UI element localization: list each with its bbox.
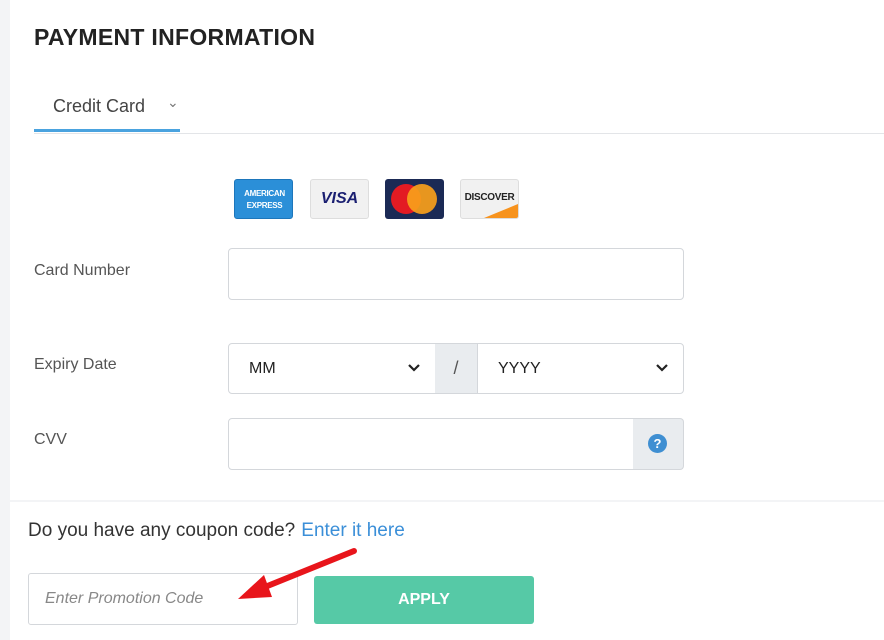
coupon-prompt: Do you have any coupon code? Enter it her… <box>28 520 405 542</box>
annotation-arrow-icon <box>238 548 357 599</box>
visa-text: VISA <box>320 190 359 207</box>
mastercard-orange-circle <box>407 184 437 214</box>
promotion-code-placeholder: Enter Promotion Code <box>45 590 204 607</box>
expiry-year-select[interactable]: YYYY <box>477 343 684 394</box>
cvv-input[interactable] <box>228 418 634 470</box>
expiry-month-value: MM <box>249 360 276 377</box>
discover-accent <box>484 204 518 218</box>
tab-divider <box>34 133 884 134</box>
expiry-date-label: Expiry Date <box>34 356 117 373</box>
question-icon: ? <box>648 434 667 453</box>
amex-line1: AMERICAN <box>244 189 285 198</box>
cvv-label: CVV <box>34 431 67 448</box>
mastercard-card-icon <box>385 179 444 219</box>
expiry-month-select[interactable]: MM <box>228 343 436 394</box>
amex-card-icon: AMERICAN EXPRESS <box>234 179 293 219</box>
enter-coupon-link[interactable]: Enter it here <box>301 520 405 541</box>
card-number-input[interactable] <box>228 248 684 300</box>
page-title: PAYMENT INFORMATION <box>34 24 316 50</box>
coupon-question: Do you have any coupon code? <box>28 520 296 541</box>
card-number-label: Card Number <box>34 262 131 279</box>
visa-card-icon: VISA <box>310 179 369 219</box>
tab-credit-card[interactable]: Credit Card ⌄ <box>34 92 180 132</box>
chevron-down-icon <box>408 364 420 372</box>
expiry-separator: / <box>435 343 477 394</box>
tab-label: Credit Card <box>53 96 146 116</box>
expiry-year-value: YYYY <box>498 360 541 377</box>
amex-line2: EXPRESS <box>246 201 283 210</box>
chevron-down-icon <box>656 364 668 372</box>
cvv-help-button[interactable]: ? <box>633 418 684 470</box>
discover-card-icon: DISCOVER <box>460 179 519 219</box>
chevron-down-icon: ⌄ <box>167 94 179 110</box>
discover-text: DISCOVER <box>464 192 515 203</box>
